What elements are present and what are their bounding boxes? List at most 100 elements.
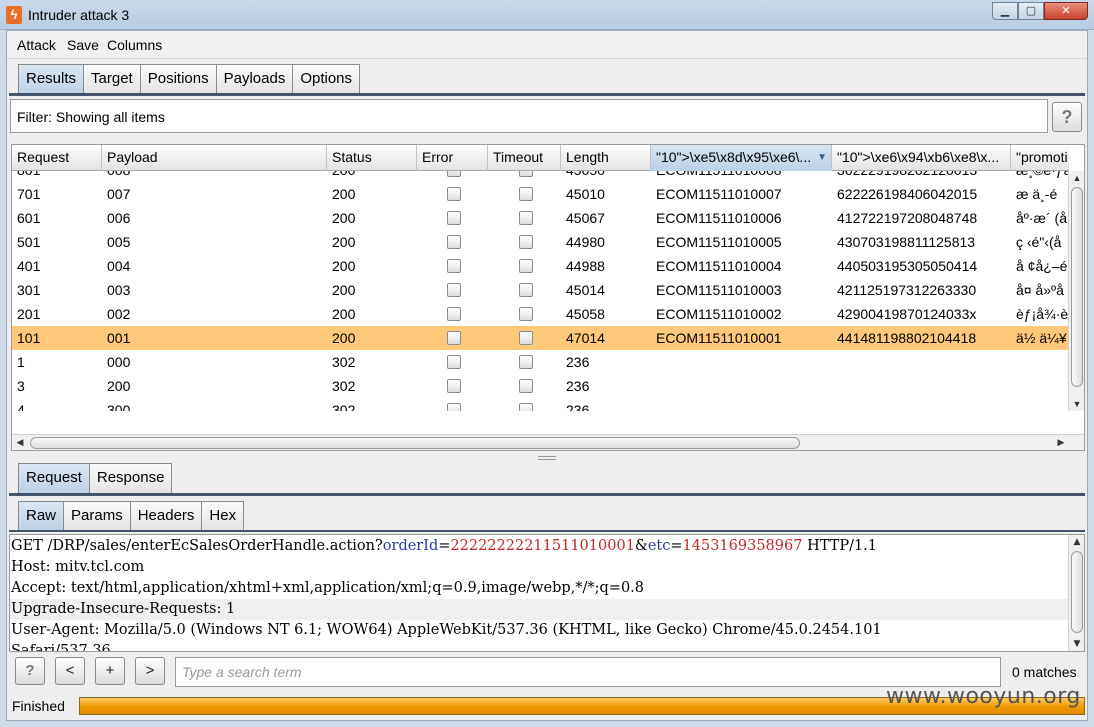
param-etc-name: etc xyxy=(647,538,671,554)
tab-response[interactable]: Response xyxy=(88,463,173,493)
minimize-button[interactable]: ▁ xyxy=(992,2,1018,20)
editor-scroll-up-icon[interactable]: ▲ xyxy=(1070,537,1084,547)
cell-id: 430703198811125813 xyxy=(837,234,976,250)
http-version: HTTP/1.1 xyxy=(802,538,878,554)
timeout-checkbox xyxy=(519,355,533,369)
cell-status: 200 xyxy=(332,306,356,322)
timeout-checkbox xyxy=(519,283,533,297)
timeout-checkbox xyxy=(519,235,533,249)
tab-request[interactable]: Request xyxy=(18,463,90,493)
search-prev-button[interactable]: < xyxy=(55,657,85,685)
header-timeout[interactable]: Timeout xyxy=(488,145,561,171)
cell-promo: ç ‹é"‹(å xyxy=(1016,234,1062,250)
table-row[interactable]: 401 004 200 44988 ECOM11511010004 44050319530… xyxy=(12,254,1069,278)
cell-request: 101 xyxy=(17,330,41,346)
tab-positions[interactable]: Positions xyxy=(139,64,217,94)
table-row[interactable]: 1 000 302 236 xyxy=(12,350,1069,374)
search-match-count: 0 matches xyxy=(1012,664,1077,680)
request-editor[interactable]: GET /DRP/sales/enterEcSalesOrderHandle.a… xyxy=(9,534,1085,652)
table-row[interactable]: 101 001 200 47014 ECOM11511010001 44148119880… xyxy=(12,326,1069,350)
burp-app-icon: ϟ xyxy=(6,6,22,24)
watermark: www.wooyun.org xyxy=(886,684,1081,709)
header-grep-order[interactable]: "10">\xe5\x8d\x95\xe6\... ▼ xyxy=(651,145,832,171)
table-row[interactable]: 301 003 200 45014 ECOM11511010003 42112519731… xyxy=(12,278,1069,302)
header-grep-id[interactable]: "10">\xe6\x94\xb6\xe8\x... xyxy=(832,145,1011,171)
filter-bar[interactable]: Filter: Showing all items xyxy=(10,99,1048,133)
cell-payload: 007 xyxy=(107,186,131,202)
close-button[interactable]: ✕ xyxy=(1044,2,1088,20)
cell-id: 622226198406042015 xyxy=(837,186,978,202)
tab-payloads[interactable]: Payloads xyxy=(215,64,294,94)
menu-columns[interactable]: Columns xyxy=(107,37,162,53)
table-vertical-scrollbar[interactable]: ▲ ▼ xyxy=(1068,171,1084,411)
maximize-button[interactable]: ▢ xyxy=(1018,2,1044,20)
cell-id: 42900419870124033x xyxy=(837,306,977,322)
header-grep-order-label: "10">\xe5\x8d\x95\xe6\... xyxy=(656,149,812,165)
cell-request: 201 xyxy=(17,306,41,322)
search-input[interactable]: Type a search term xyxy=(175,657,1001,687)
error-checkbox xyxy=(447,211,461,225)
filter-help-button[interactable]: ? xyxy=(1052,102,1082,132)
error-checkbox xyxy=(447,355,461,369)
search-add-button[interactable]: + xyxy=(95,657,125,685)
timeout-checkbox xyxy=(519,331,533,345)
pane-splitter[interactable] xyxy=(538,456,556,460)
header-length[interactable]: Length xyxy=(561,145,651,171)
table-row[interactable]: 801 008 200 45050 ECOM11511010008 36222919820… xyxy=(12,171,1069,182)
scroll-down-icon[interactable]: ▼ xyxy=(1070,399,1084,409)
cell-length: 236 xyxy=(566,378,590,394)
header-error[interactable]: Error xyxy=(417,145,488,171)
table-row[interactable]: 201 002 200 45058 ECOM11511010002 42900419870… xyxy=(12,302,1069,326)
editor-scroll-down-icon[interactable]: ▼ xyxy=(1070,639,1084,649)
cell-length: 47014 xyxy=(566,330,605,346)
table-row[interactable]: 501 005 200 44980 ECOM11511010005 43070319881… xyxy=(12,230,1069,254)
tab-raw[interactable]: Raw xyxy=(18,501,65,531)
table-row[interactable]: 3 200 302 236 xyxy=(12,374,1069,398)
cell-status: 302 xyxy=(332,378,356,394)
timeout-checkbox xyxy=(519,379,533,393)
scroll-right-icon[interactable]: ▶ xyxy=(1054,437,1068,448)
cell-promo xyxy=(1011,398,1069,411)
table-row[interactable]: 4 300 302 236 xyxy=(12,398,1069,411)
error-checkbox xyxy=(447,331,461,345)
cell-status: 200 xyxy=(327,171,355,182)
table-row[interactable]: 601 006 200 45067 ECOM11511010006 41272219720… xyxy=(12,206,1069,230)
search-next-button[interactable]: > xyxy=(135,657,165,685)
header-request[interactable]: Request xyxy=(12,145,102,171)
menu-attack[interactable]: Attack xyxy=(17,37,56,53)
cell-order: ECOM11511010005 xyxy=(656,234,782,250)
scroll-up-icon[interactable]: ▲ xyxy=(1070,173,1084,183)
menu-save[interactable]: Save xyxy=(67,37,99,53)
cell-order xyxy=(651,398,656,411)
tab-results[interactable]: Results xyxy=(18,64,85,94)
header-payload[interactable]: Payload xyxy=(102,145,327,171)
table-hscroll-thumb[interactable] xyxy=(30,437,800,449)
header-useragent-line: User-Agent: Mozilla/5.0 (Windows NT 6.1;… xyxy=(11,622,882,638)
tab-options[interactable]: Options xyxy=(292,64,361,94)
table-row[interactable]: 701 007 200 45010 ECOM11511010007 62222619840… xyxy=(12,182,1069,206)
window-controls: ▁ ▢ ✕ xyxy=(992,2,1088,20)
table-vscroll-thumb[interactable] xyxy=(1071,187,1083,387)
cell-order: ECOM11511010002 xyxy=(656,306,782,322)
param-orderid-value: 22222222211511010001 xyxy=(450,538,635,554)
cell-request: 4 xyxy=(17,402,25,411)
editor-vscroll-thumb[interactable] xyxy=(1071,551,1083,633)
tab-headers[interactable]: Headers xyxy=(129,501,203,531)
cell-order xyxy=(651,374,656,398)
cell-order: ECOM11511010006 xyxy=(656,210,782,226)
detail-tabs: Request Response xyxy=(18,463,173,493)
scroll-left-icon[interactable]: ◀ xyxy=(13,437,27,448)
tab-target[interactable]: Target xyxy=(83,64,141,94)
editor-vertical-scrollbar[interactable]: ▲ ▼ xyxy=(1068,535,1084,651)
table-horizontal-scrollbar[interactable]: ◀ ▶ xyxy=(12,434,1084,450)
tab-underline xyxy=(9,93,1085,96)
tab-params[interactable]: Params xyxy=(63,501,131,531)
search-help-button[interactable]: ? xyxy=(15,657,45,685)
tab-hex[interactable]: Hex xyxy=(201,501,245,531)
cell-promo xyxy=(1011,350,1069,374)
timeout-checkbox xyxy=(519,187,533,201)
header-status[interactable]: Status xyxy=(327,145,417,171)
header-grep-promotion[interactable]: "promoti xyxy=(1011,145,1069,171)
error-checkbox xyxy=(447,235,461,249)
param-equals: = xyxy=(670,538,683,554)
